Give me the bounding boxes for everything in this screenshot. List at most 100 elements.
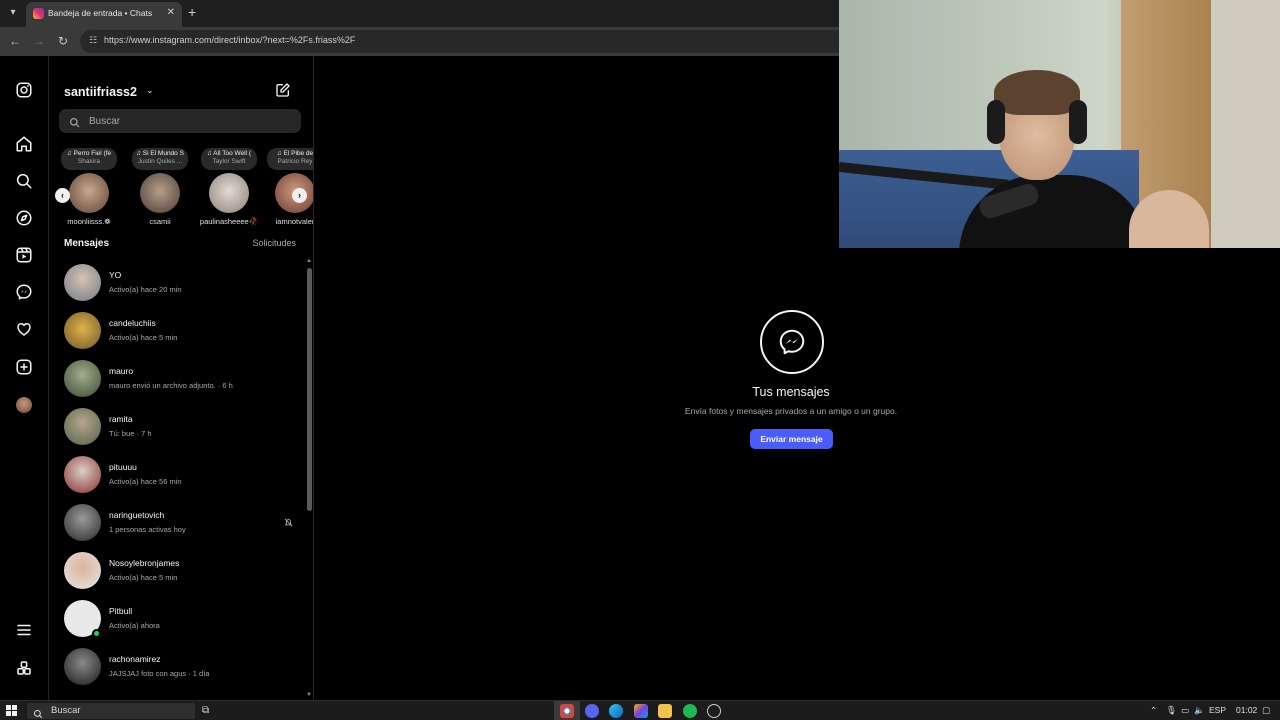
- conversation-status: Activo(a) hace 20 min: [109, 285, 182, 294]
- conversation-name: YO: [109, 270, 122, 280]
- tray-chevron-up-icon[interactable]: ⌃: [1150, 705, 1157, 716]
- conversation-avatar: [64, 504, 101, 541]
- conversation-status: JAJSJAJ foto con agus · 1 día: [109, 669, 210, 678]
- note-avatar: [69, 173, 109, 213]
- conversation-name: candeluchiis: [109, 318, 156, 328]
- note-username: paulinasheeee🥀: [199, 217, 259, 226]
- conversation-row[interactable]: ramita Tú: bue · 7 h: [49, 404, 305, 452]
- conversation-row[interactable]: Pitbull Activo(a) ahora: [49, 596, 305, 644]
- note-bubble: ♫ Perro Fiel (fe Shakira: [61, 148, 117, 170]
- note-item[interactable]: ♫ El Pibe de Patricio Rey iamnotvaler: [263, 146, 314, 230]
- tab-close-icon[interactable]: ✕: [167, 7, 175, 18]
- creative-app-taskbar-icon[interactable]: [634, 704, 648, 718]
- notes-prev-arrow-icon[interactable]: ‹: [55, 188, 70, 203]
- settings-gear-taskbar-icon[interactable]: [707, 704, 721, 718]
- notes-next-arrow-icon[interactable]: ›: [292, 188, 307, 203]
- reload-icon[interactable]: ↻: [55, 33, 71, 49]
- messenger-large-icon: [760, 310, 824, 374]
- chevron-down-icon[interactable]: ⌄: [146, 85, 154, 96]
- heart-notifications-icon[interactable]: [15, 320, 33, 338]
- note-item[interactable]: ♫ Perro Fiel (fe Shakira moonliisss.❁: [57, 146, 121, 230]
- back-arrow-icon[interactable]: ←: [7, 33, 23, 49]
- webcam-person-hair: [994, 70, 1080, 115]
- discord-taskbar-icon[interactable]: [585, 704, 599, 718]
- new-message-compose-icon[interactable]: [275, 82, 291, 98]
- send-message-button[interactable]: Enviar mensaje: [750, 429, 833, 449]
- note-bubble: ♫ Si El Mundo S Justin Quiles ...: [132, 148, 188, 170]
- conversation-name: mauro: [109, 366, 134, 376]
- search-input[interactable]: [89, 109, 289, 133]
- instagram-logo-icon[interactable]: [15, 81, 33, 99]
- note-artist: Patricio Rey: [277, 158, 313, 165]
- conversation-status: Activo(a) hace 56 min: [109, 477, 182, 486]
- reels-icon[interactable]: [15, 246, 33, 264]
- tray-clock[interactable]: 01:02: [1236, 705, 1257, 715]
- tray-network-icon[interactable]: ▭: [1181, 705, 1189, 716]
- note-bubble: ♫ El Pibe de Patricio Rey: [267, 148, 314, 170]
- conversation-status: Activo(a) hace 5 min: [109, 333, 178, 342]
- conversation-row[interactable]: rachonamirez JAJSJAJ foto con agus · 1 d…: [49, 644, 305, 692]
- tray-volume-icon[interactable]: 🔈: [1194, 705, 1205, 716]
- edge-taskbar-icon[interactable]: [609, 704, 623, 718]
- note-avatar: [140, 173, 180, 213]
- tray-language[interactable]: ESP: [1209, 705, 1226, 715]
- requests-link[interactable]: Solicitudes: [252, 238, 296, 248]
- conversation-status: Tú: bue · 7 h: [109, 429, 152, 438]
- taskbar-search-text: Buscar: [51, 705, 81, 716]
- search-nav-icon[interactable]: [15, 172, 33, 190]
- conversation-row[interactable]: mauro mauro envió un archivo adjunto. · …: [49, 356, 305, 404]
- note-song: ♫ El Pibe de: [276, 150, 314, 157]
- instagram-left-nav: [0, 56, 49, 700]
- taskbar-search-box[interactable]: Buscar: [27, 703, 195, 719]
- more-menu-icon[interactable]: [15, 621, 33, 639]
- forward-arrow-icon[interactable]: →: [31, 33, 47, 49]
- explore-icon[interactable]: [15, 209, 33, 227]
- scrollbar-thumb[interactable]: [307, 268, 312, 511]
- windows-start-icon[interactable]: [6, 705, 18, 717]
- note-username: iamnotvaler: [275, 217, 314, 226]
- conversation-scrollbar[interactable]: ▲ ▼: [305, 256, 313, 700]
- profile-avatar-icon[interactable]: [16, 397, 32, 413]
- note-song: ♫ Si El Mundo S: [136, 150, 184, 157]
- note-item[interactable]: ♫ Si El Mundo S Justin Quiles ... csamii: [128, 146, 192, 230]
- scroll-up-arrow-icon[interactable]: ▲: [306, 258, 312, 264]
- conversation-avatar: [64, 456, 101, 493]
- scroll-down-arrow-icon[interactable]: ▼: [306, 692, 312, 698]
- webcam-headphone-right: [1069, 100, 1087, 144]
- address-bar[interactable]: ☷ https://www.instagram.com/direct/inbox…: [80, 30, 860, 53]
- note-song: ♫ All Too Well (: [206, 150, 251, 157]
- taskbar-search-icon: [33, 706, 43, 719]
- conversation-row[interactable]: candeluchiis Activo(a) hace 5 min: [49, 308, 305, 356]
- webcam-headphone-left: [987, 100, 1005, 144]
- conversation-row[interactable]: YO Activo(a) hace 20 min: [49, 260, 305, 308]
- tab-search-menu-icon[interactable]: ▾: [5, 5, 21, 21]
- create-icon[interactable]: [15, 358, 33, 376]
- conversation-row[interactable]: Nosoylebronjames Activo(a) hace 5 min: [49, 548, 305, 596]
- notification-center-icon[interactable]: ▢: [1262, 705, 1270, 716]
- empty-state-subtitle: Envía fotos y mensajes privados a un ami…: [684, 406, 898, 416]
- chrome-taskbar-icon[interactable]: [560, 704, 574, 718]
- browser-tab[interactable]: Bandeja de entrada • Chats ✕: [26, 2, 182, 27]
- note-item[interactable]: ♫ All Too Well ( Taylor Swift paulinashe…: [197, 146, 261, 230]
- home-icon[interactable]: [15, 135, 33, 153]
- conversation-row[interactable]: naringuetovich 1 personas activas hoy: [49, 500, 305, 548]
- file-explorer-taskbar-icon[interactable]: [658, 704, 672, 718]
- search-box[interactable]: [59, 109, 301, 133]
- conversation-avatar: [64, 408, 101, 445]
- webcam-overlay: [839, 0, 1280, 248]
- conversation-status: Activo(a) hace 5 min: [109, 573, 178, 582]
- tray-microphone-icon[interactable]: 🎙: [1166, 705, 1177, 716]
- task-view-icon[interactable]: ⧉: [202, 705, 214, 717]
- site-info-icon[interactable]: ☷: [89, 35, 100, 46]
- search-icon: [69, 115, 80, 128]
- conversation-status: Activo(a) ahora: [109, 621, 160, 630]
- account-username[interactable]: santiifriass2: [64, 85, 137, 99]
- note-bubble: ♫ All Too Well ( Taylor Swift: [201, 148, 257, 170]
- spotify-taskbar-icon[interactable]: [683, 704, 697, 718]
- conversation-row[interactable]: pituuuu Activo(a) hace 56 min: [49, 452, 305, 500]
- conversation-status: 1 personas activas hoy: [109, 525, 186, 534]
- online-status-dot: [92, 629, 101, 638]
- new-tab-button[interactable]: +: [188, 4, 196, 20]
- messenger-icon[interactable]: [15, 283, 33, 301]
- threads-apps-icon[interactable]: [15, 659, 33, 677]
